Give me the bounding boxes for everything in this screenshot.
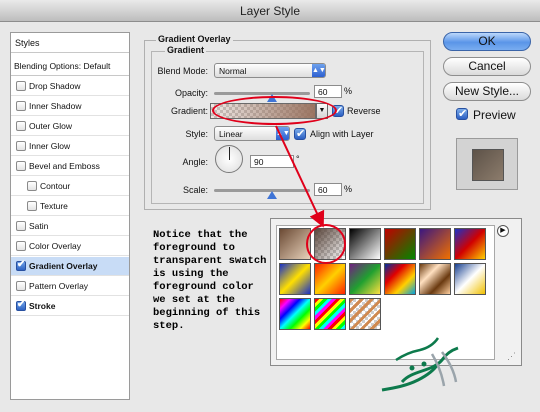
- style-item-bevel-emboss[interactable]: Bevel and Emboss: [11, 157, 129, 176]
- opacity-slider[interactable]: [214, 92, 310, 95]
- gradient-swatch[interactable]: [384, 228, 416, 260]
- style-item-label: Inner Glow: [29, 141, 71, 151]
- cancel-button[interactable]: Cancel: [443, 57, 531, 76]
- chevron-updown-icon: ▲▼: [312, 64, 326, 77]
- preview-checkbox[interactable]: [456, 107, 468, 120]
- scale-unit: %: [344, 184, 353, 194]
- style-item-label: Inner Shadow: [29, 101, 82, 111]
- annotation-text: Notice that the foreground to transparen…: [153, 229, 267, 332]
- style-item-pattern-overlay[interactable]: Pattern Overlay: [11, 277, 129, 296]
- style-item-label: Bevel and Emboss: [29, 161, 100, 171]
- style-item-color-overlay[interactable]: Color Overlay: [11, 237, 129, 256]
- inner-shadow-checkbox[interactable]: [16, 101, 26, 111]
- style-item-texture[interactable]: Texture: [11, 197, 129, 216]
- highlight-circle: [306, 224, 346, 264]
- styles-header[interactable]: Styles: [11, 33, 129, 53]
- style-item-label: Color Overlay: [29, 241, 81, 251]
- style-item-gradient-overlay[interactable]: Gradient Overlay: [11, 257, 129, 276]
- outer-glow-checkbox[interactable]: [16, 121, 26, 131]
- style-item-label: Texture: [40, 201, 68, 211]
- pattern-overlay-checkbox[interactable]: [16, 281, 26, 291]
- bevel-emboss-checkbox[interactable]: [16, 161, 26, 171]
- new-style-button[interactable]: New Style...: [443, 82, 531, 101]
- angle-dial[interactable]: [215, 145, 243, 173]
- style-item-label: Outer Glow: [29, 121, 72, 131]
- window-title: Layer Style: [239, 4, 301, 18]
- gradient-swatch[interactable]: [314, 263, 346, 295]
- chevron-updown-icon: ▲▼: [276, 127, 290, 140]
- picker-menu-icon[interactable]: ▶: [497, 225, 509, 237]
- inner-glow-checkbox[interactable]: [16, 141, 26, 151]
- gradient-swatch[interactable]: [314, 298, 346, 330]
- blend-mode-select[interactable]: Normal ▲▼: [214, 63, 326, 78]
- style-select[interactable]: Linear ▲▼: [214, 126, 290, 141]
- blending-options-item[interactable]: Blending Options: Default: [11, 57, 129, 76]
- satin-checkbox[interactable]: [16, 221, 26, 231]
- title-bar: Layer Style: [0, 0, 540, 22]
- style-item-inner-glow[interactable]: Inner Glow: [11, 137, 129, 156]
- gradient-swatch[interactable]: [454, 228, 486, 260]
- align-with-layer-checkbox[interactable]: [294, 127, 306, 140]
- style-item-outer-glow[interactable]: Outer Glow: [11, 117, 129, 136]
- contour-checkbox[interactable]: [27, 181, 37, 191]
- gradient-swatch[interactable]: [454, 263, 486, 295]
- style-item-label: Drop Shadow: [29, 81, 81, 91]
- scale-slider-thumb[interactable]: [266, 191, 277, 199]
- preview-label: Preview: [473, 108, 516, 122]
- style-item-label: Pattern Overlay: [29, 281, 89, 291]
- gradient-swatch[interactable]: [349, 228, 381, 260]
- texture-checkbox[interactable]: [27, 201, 37, 211]
- gradient-swatch[interactable]: [419, 263, 451, 295]
- highlight-ellipse: [212, 96, 337, 125]
- drop-shadow-checkbox[interactable]: [16, 81, 26, 91]
- gradient-swatch[interactable]: [279, 298, 311, 330]
- gradient-swatch[interactable]: [279, 263, 311, 295]
- style-item-label: Satin: [29, 221, 49, 231]
- resize-grip-icon[interactable]: ⋰: [507, 351, 516, 362]
- style-item-contour[interactable]: Contour: [11, 177, 129, 196]
- angle-input[interactable]: 90: [250, 155, 294, 168]
- style-item-label: Contour: [40, 181, 71, 191]
- gradient-swatch[interactable]: [419, 228, 451, 260]
- opacity-unit: %: [344, 86, 353, 96]
- gradient-swatch[interactable]: [349, 298, 381, 330]
- style-item-satin[interactable]: Satin: [11, 217, 129, 236]
- align-with-layer-label: Align with Layer: [310, 129, 374, 139]
- opacity-input[interactable]: 60: [314, 85, 342, 98]
- blend-mode-label: Blend Mode:: [157, 66, 208, 76]
- gradient-label: Gradient:: [170, 106, 208, 116]
- opacity-label: Opacity:: [174, 88, 208, 98]
- scale-label: Scale:: [182, 185, 208, 195]
- angle-label: Angle:: [182, 157, 208, 167]
- reverse-label: Reverse: [347, 106, 381, 116]
- style-item-stroke[interactable]: Stroke: [11, 297, 129, 316]
- styles-list: Styles Blending Options: Default Drop Sh…: [10, 32, 130, 400]
- gradient-overlay-checkbox[interactable]: [16, 259, 26, 271]
- scale-slider[interactable]: [214, 189, 310, 192]
- style-item-inner-shadow[interactable]: Inner Shadow: [11, 97, 129, 116]
- style-preview: [456, 138, 518, 190]
- subgroup-title: Gradient: [165, 45, 207, 55]
- watermark-logo: [381, 337, 459, 392]
- style-value: Linear: [219, 129, 243, 139]
- gradient-swatch[interactable]: [384, 263, 416, 295]
- color-overlay-checkbox[interactable]: [16, 241, 26, 251]
- gradient-swatch[interactable]: [349, 263, 381, 295]
- ok-button[interactable]: OK: [443, 32, 531, 51]
- angle-unit: °: [296, 154, 300, 164]
- stroke-checkbox[interactable]: [16, 299, 26, 311]
- scale-input[interactable]: 60: [314, 183, 342, 196]
- preview-thumbnail: [472, 149, 504, 181]
- style-item-label: Stroke: [29, 301, 56, 311]
- style-item-label: Gradient Overlay: [29, 261, 98, 271]
- group-title: Gradient Overlay: [156, 34, 233, 44]
- style-label: Style:: [185, 129, 208, 139]
- style-item-drop-shadow[interactable]: Drop Shadow: [11, 77, 129, 96]
- blend-mode-value: Normal: [219, 66, 247, 76]
